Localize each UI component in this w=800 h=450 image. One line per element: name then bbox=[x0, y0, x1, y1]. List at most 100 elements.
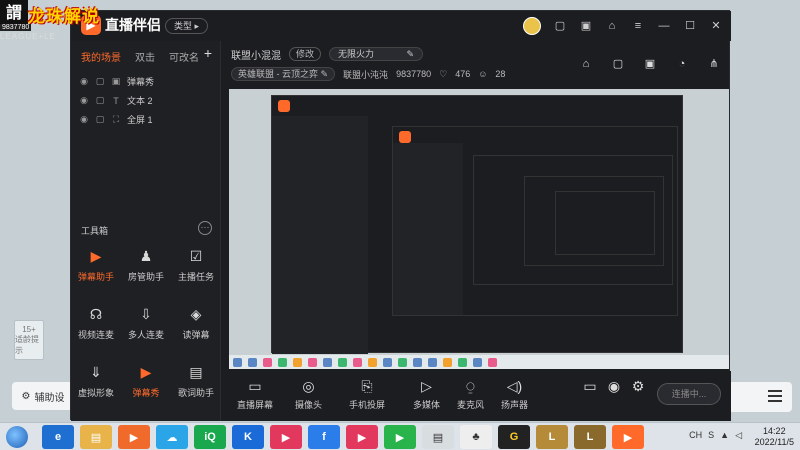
tray-ch-icon[interactable]: CH bbox=[689, 430, 702, 441]
app-window: ▶ 直播伴侣 类型 ▸ ▢ ▣ ⌂ ≡ — ☐ ✕ 我的场景 双击 可改名 + … bbox=[70, 10, 731, 421]
g-app-icon[interactable]: G bbox=[498, 425, 530, 449]
play-icon[interactable]: ▶ bbox=[384, 425, 416, 449]
bell-icon[interactable]: ◔ bbox=[675, 57, 689, 71]
source-item[interactable]: ◉ ▢ ⛶ 全屏 1 bbox=[71, 110, 220, 129]
doc-icon[interactable]: ▤ bbox=[422, 425, 454, 449]
text-icon: T bbox=[113, 95, 119, 106]
video-app-2-icon[interactable]: ▶ bbox=[346, 425, 378, 449]
save-icon[interactable]: ▣ bbox=[643, 57, 657, 71]
camera-button[interactable]: ◎ 摄像头 bbox=[295, 377, 322, 411]
viewer-count: 28 bbox=[495, 69, 506, 79]
preview-taskbar bbox=[229, 355, 729, 369]
desktop-card-label: 辅助设 bbox=[34, 392, 65, 404]
menu-icon bbox=[768, 390, 782, 392]
menu-float-button[interactable] bbox=[728, 382, 792, 412]
source-item[interactable]: ◉ ▢ ▣ 弹幕秀 bbox=[71, 72, 220, 91]
nested-window bbox=[473, 155, 673, 285]
screen-button[interactable]: ▭ 直播屏幕 bbox=[237, 377, 273, 411]
notification-icon[interactable]: ▢ bbox=[553, 19, 567, 33]
bottom-tool-label: 摄像头 bbox=[295, 400, 323, 410]
cloud-icon[interactable]: ☁ bbox=[156, 425, 188, 449]
tab-double-click[interactable]: 双击 bbox=[135, 49, 155, 64]
title-bar: ▶ 直播伴侣 类型 ▸ ▢ ▣ ⌂ ≡ — ☐ ✕ bbox=[71, 11, 731, 41]
network-icon[interactable]: ▲ bbox=[720, 430, 729, 441]
settings-icon[interactable]: ≡ bbox=[631, 19, 645, 33]
bottom-tool-label: 扬声器 bbox=[501, 400, 529, 410]
clock[interactable]: 14:22 2022/11/5 bbox=[755, 426, 794, 448]
folder-icon[interactable]: ▤ bbox=[80, 425, 112, 449]
source-item[interactable]: ◉ ▢ T 文本 2 bbox=[71, 91, 220, 110]
ie-icon[interactable]: e bbox=[42, 425, 74, 449]
eye-icon: ◉ bbox=[607, 378, 621, 394]
tool-label: 视频连麦 bbox=[77, 330, 114, 340]
record-icon: ▭ bbox=[583, 378, 597, 394]
live-companion-icon[interactable]: ▶ bbox=[612, 425, 644, 449]
video-app-icon[interactable]: ▶ bbox=[270, 425, 302, 449]
eye-icon[interactable]: ◉ bbox=[79, 95, 89, 106]
tool-virtual-avatar[interactable]: ⇓ 虚拟形象 bbox=[71, 362, 121, 412]
unlock-icon[interactable]: ▢ bbox=[611, 57, 625, 71]
preview-toggle-button[interactable]: ◉ bbox=[605, 377, 623, 395]
tool-multi-call[interactable]: ⇩ 多人连麦 bbox=[121, 304, 171, 354]
tab-my-scene[interactable]: 我的场景 bbox=[81, 49, 121, 64]
category-chip[interactable]: 英雄联盟 - 云顶之弈 ✎ bbox=[231, 67, 336, 81]
share-icon[interactable]: ⋔ bbox=[707, 57, 721, 71]
mic-button[interactable]: ⍜ 麦克风 bbox=[457, 377, 484, 411]
read-icon: ◈ bbox=[190, 305, 202, 322]
more-icon[interactable]: ··· bbox=[198, 221, 212, 235]
nested-left-panel bbox=[393, 143, 463, 315]
lock-icon[interactable]: ▢ bbox=[95, 114, 105, 125]
go-live-button[interactable]: 连播中... bbox=[657, 383, 721, 405]
lock-icon[interactable]: ▢ bbox=[95, 76, 105, 87]
add-scene-icon[interactable]: + bbox=[204, 45, 212, 61]
stream-title-field[interactable]: 无限火力 ✎ bbox=[329, 47, 424, 61]
record-button[interactable]: ▭ bbox=[581, 377, 599, 395]
type-selector[interactable]: 类型 ▸ bbox=[165, 18, 209, 34]
eye-icon[interactable]: ◉ bbox=[79, 76, 89, 87]
close-icon[interactable]: ✕ bbox=[709, 19, 723, 33]
message-icon[interactable]: ▣ bbox=[579, 19, 593, 33]
media-button[interactable]: ▷ 多媒体 bbox=[413, 377, 440, 411]
shirt-icon[interactable]: ⌂ bbox=[605, 19, 619, 33]
game-icon[interactable]: ♣ bbox=[460, 425, 492, 449]
tool-video-call[interactable]: ☊ 视频连麦 bbox=[71, 304, 121, 354]
source-label: 文本 2 bbox=[127, 96, 153, 106]
stream-logo-league: LEAGUE+LE bbox=[0, 32, 56, 41]
tool-bullet-assistant[interactable]: ▶ 弹幕助手 bbox=[71, 246, 121, 296]
f-app-icon[interactable]: f bbox=[308, 425, 340, 449]
media-player-icon[interactable]: ▶ bbox=[118, 425, 150, 449]
clock-time: 14:22 bbox=[763, 426, 786, 436]
room-id: 9837780 bbox=[396, 69, 432, 79]
phone-cast-button[interactable]: ⎘ 手机投屏 bbox=[349, 377, 385, 411]
tool-task[interactable]: ☑ 主播任务 bbox=[171, 246, 221, 296]
image-icon: ▣ bbox=[111, 76, 121, 86]
room-label: 联盟小沌沌 bbox=[343, 69, 389, 80]
tool-bullet-show[interactable]: ▶ 弹幕秀 bbox=[121, 362, 171, 412]
gift-icon[interactable]: ⌂ bbox=[579, 57, 593, 71]
tab-rename[interactable]: 可改名 bbox=[169, 49, 199, 64]
desktop-tile[interactable]: 15+ 适龄提示 bbox=[14, 320, 44, 360]
tool-admin[interactable]: ♟ 房管助手 bbox=[121, 246, 171, 296]
lol-icon[interactable]: L bbox=[536, 425, 568, 449]
settings-button[interactable]: ⚙ bbox=[629, 377, 647, 395]
tray-s-icon[interactable]: S bbox=[708, 430, 714, 441]
preview-canvas[interactable] bbox=[229, 89, 729, 369]
minimize-icon[interactable]: — bbox=[657, 19, 671, 33]
k-app-icon[interactable]: K bbox=[232, 425, 264, 449]
maximize-icon[interactable]: ☐ bbox=[683, 19, 697, 33]
tool-read-bullet[interactable]: ◈ 读弹幕 bbox=[171, 304, 221, 354]
lol-2-icon[interactable]: L bbox=[574, 425, 606, 449]
speaker-button[interactable]: ◁) 扬声器 bbox=[501, 377, 528, 411]
avatar[interactable] bbox=[523, 17, 541, 35]
start-button[interactable] bbox=[6, 426, 28, 448]
eye-icon[interactable]: ◉ bbox=[79, 114, 89, 125]
mic-icon: ⍜ bbox=[466, 378, 475, 394]
lock-icon[interactable]: ▢ bbox=[95, 95, 105, 106]
edit-button[interactable]: 修改 bbox=[289, 47, 322, 61]
volume-icon[interactable]: ◁ bbox=[735, 430, 742, 441]
tool-lyrics[interactable]: ▤ 歌词助手 bbox=[171, 362, 221, 412]
desktop-assist-card[interactable]: ⚙ 辅助设 bbox=[12, 382, 74, 410]
tool-label: 弹幕助手 bbox=[77, 272, 114, 282]
iqiyi-icon[interactable]: iQ bbox=[194, 425, 226, 449]
nested-window bbox=[271, 95, 683, 354]
